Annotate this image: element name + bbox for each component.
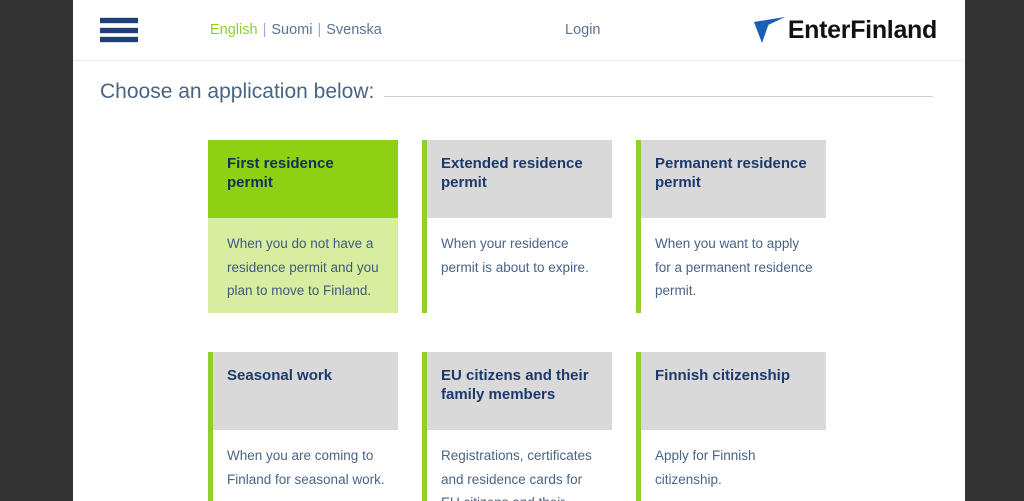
card-description: Registrations, certificates and residenc… xyxy=(441,447,592,501)
card-accent-stripe xyxy=(422,140,427,313)
hamburger-menu-icon[interactable] xyxy=(100,15,138,45)
logo-wordmark: EnterFinland xyxy=(787,15,937,44)
card-accent-stripe xyxy=(422,351,427,501)
card-header: First residence permit xyxy=(208,140,398,218)
language-link-suomi[interactable]: Suomi xyxy=(271,22,312,38)
card-body: When your residence permit is about to e… xyxy=(427,218,612,290)
page-gutter-left xyxy=(0,0,73,501)
card-accent-stripe xyxy=(636,140,641,313)
card-header: Extended residence permit xyxy=(427,140,612,218)
hamburger-bar xyxy=(100,17,138,24)
language-switcher: English | Suomi | Svenska xyxy=(210,0,382,60)
application-card-grid: First residence permit When you do not h… xyxy=(208,140,826,501)
page-title: Choose an application below: xyxy=(100,80,375,103)
card-body: When you are coming to Finland for seaso… xyxy=(213,429,398,501)
card-description: When you are coming to Finland for seaso… xyxy=(227,447,385,487)
card-title: Extended residence permit xyxy=(441,155,583,192)
enterfinland-logo[interactable]: EnterFinland xyxy=(752,0,937,60)
card-header: EU citizens and their family members xyxy=(427,351,612,430)
card-body: Registrations, certificates and residenc… xyxy=(427,429,612,501)
card-body: When you want to apply for a permanent r… xyxy=(641,218,826,313)
card-header: Permanent residence permit xyxy=(641,140,826,218)
application-card-first-residence-permit[interactable]: First residence permit When you do not h… xyxy=(208,140,398,313)
card-description: When your residence permit is about to e… xyxy=(441,236,589,275)
hamburger-bar xyxy=(100,26,138,34)
card-title: Seasonal work xyxy=(227,366,333,384)
language-link-english[interactable]: English xyxy=(210,22,258,38)
hamburger-bar xyxy=(100,36,138,43)
card-accent-stripe xyxy=(208,351,213,501)
card-title: Permanent residence permit xyxy=(655,155,807,192)
site-header: English | Suomi | Svenska Login EnterFin… xyxy=(73,0,965,61)
page-content: English | Suomi | Svenska Login EnterFin… xyxy=(73,0,965,501)
application-card-eu-citizens[interactable]: EU citizens and their family members Reg… xyxy=(422,351,612,501)
card-body: When you do not have a residence permit … xyxy=(208,218,398,313)
card-description: When you do not have a residence permit … xyxy=(227,236,379,299)
application-card-permanent-residence-permit[interactable]: Permanent residence permit When you want… xyxy=(636,140,826,313)
page-title-row: Choose an application below: xyxy=(100,80,933,104)
card-header: Finnish citizenship xyxy=(641,351,826,430)
login-link[interactable]: Login xyxy=(565,0,600,60)
language-separator: | xyxy=(262,22,267,38)
application-card-seasonal-work[interactable]: Seasonal work When you are coming to Fin… xyxy=(208,351,398,501)
language-link-svenska[interactable]: Svenska xyxy=(326,22,382,38)
application-card-finnish-citizenship[interactable]: Finnish citizenship Apply for Finnish ci… xyxy=(636,351,826,501)
card-body: Apply for Finnish citizenship. xyxy=(641,429,826,501)
card-title: First residence permit xyxy=(227,155,334,192)
browser-viewport: English | Suomi | Svenska Login EnterFin… xyxy=(0,0,1024,501)
card-title: Finnish citizenship xyxy=(655,366,791,384)
page-gutter-right xyxy=(965,0,1024,501)
card-header: Seasonal work xyxy=(213,351,398,430)
title-divider xyxy=(384,96,933,97)
language-separator: | xyxy=(317,22,322,38)
enterfinland-arrow-icon xyxy=(753,17,785,43)
card-title: EU citizens and their family members xyxy=(441,366,589,404)
card-description: Apply for Finnish citizenship. xyxy=(655,447,756,487)
card-description: When you want to apply for a permanent r… xyxy=(655,236,813,299)
application-card-extended-residence-permit[interactable]: Extended residence permit When your resi… xyxy=(422,140,612,313)
card-accent-stripe xyxy=(636,351,641,501)
